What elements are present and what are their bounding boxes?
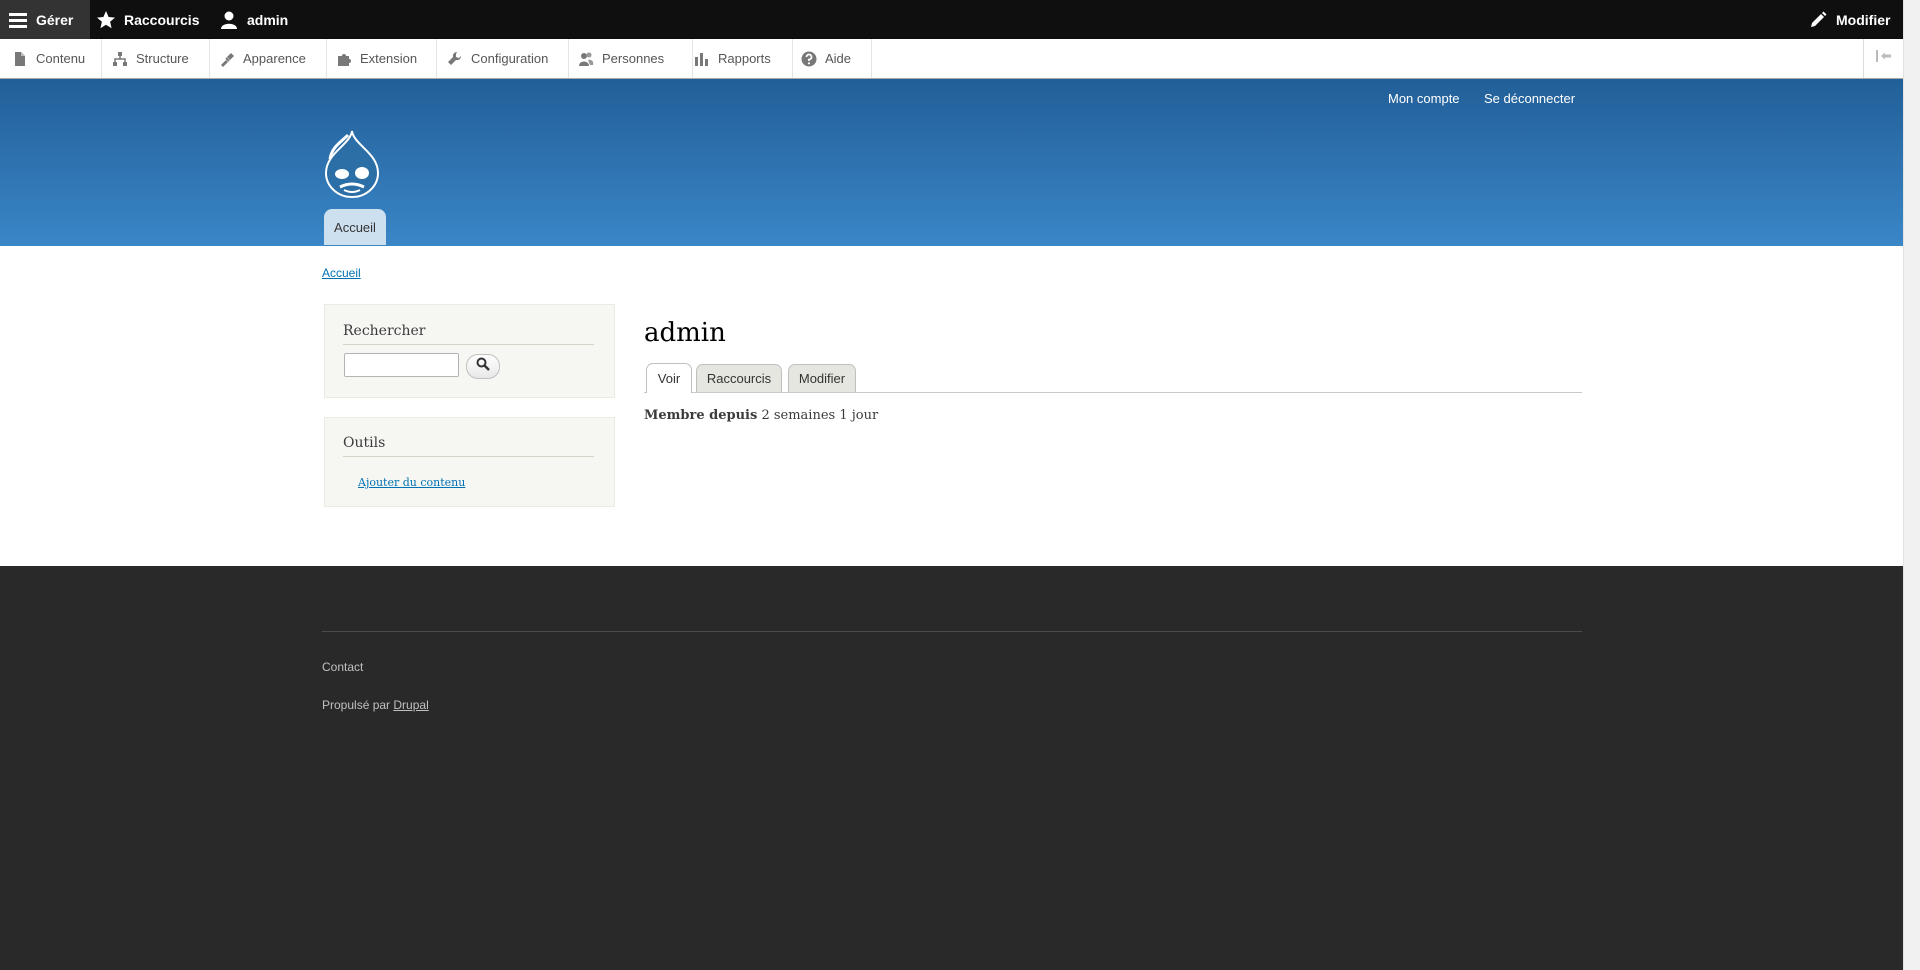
tools-block-title: Outils [343,435,386,451]
star-icon [96,10,116,30]
edit-button[interactable]: Modifier [1808,0,1890,39]
collapse-tray-icon [1875,49,1893,68]
search-input[interactable] [344,353,459,377]
user-icon [219,10,239,30]
tab-voir[interactable]: Voir [646,363,692,393]
search-block: Rechercher [324,304,615,398]
user-label: admin [247,11,289,28]
help-icon [801,51,817,67]
user-button[interactable]: admin [219,0,288,39]
powered-by-label: Propulsé par [322,698,391,712]
tray-item-contenu[interactable]: Contenu [0,39,102,78]
add-content-link[interactable]: Ajouter du contenu [358,476,465,489]
tray-label: Configuration [471,51,549,66]
tray-item-rapports[interactable]: Rapports [693,39,793,78]
footer-divider [322,631,1582,632]
shortcuts-label: Raccourcis [124,11,200,28]
file-icon [12,51,28,67]
admin-tray: Contenu Structure Apparence Extension Co… [0,39,1904,79]
contact-link[interactable]: Contact [322,660,363,674]
paint-brush-icon [219,51,235,67]
my-account-link[interactable]: Mon compte [1388,91,1460,106]
tray-label: Contenu [36,51,86,66]
divider [343,344,594,345]
site-header: Mon compte Se déconnecter Accueil [0,79,1904,246]
bar-chart-icon [694,51,710,67]
tray-item-aide[interactable]: Aide [793,39,872,78]
edit-label: Modifier [1836,11,1891,28]
member-since-label: Membre depuis [644,408,758,423]
tray-label: Rapports [718,51,771,66]
drupal-link[interactable]: Drupal [393,698,428,712]
search-block-title: Rechercher [343,323,426,339]
page: Gérer Raccourcis admin Modifier Contenu [0,0,1904,970]
tray-label: Personnes [602,51,665,66]
shortcuts-button[interactable]: Raccourcis [96,0,199,39]
tray-item-apparence[interactable]: Apparence [210,39,327,78]
pencil-icon [1808,10,1828,30]
tray-label: Apparence [243,51,306,66]
breadcrumb-home-link[interactable]: Accueil [322,266,361,280]
tab-raccourcis[interactable]: Raccourcis [696,364,782,392]
tray-label: Structure [136,51,189,66]
main-menu-home-tab[interactable]: Accueil [324,209,386,245]
manage-label: Gérer [36,11,74,28]
tray-item-extension[interactable]: Extension [327,39,437,78]
tray-item-structure[interactable]: Structure [102,39,210,78]
drupal-logo[interactable] [322,129,382,199]
tabs-divider [644,392,1582,393]
divider [343,456,594,457]
wrench-icon [447,51,463,67]
tray-label: Extension [360,51,418,66]
tools-block: Outils Ajouter du contenu [324,417,615,507]
manage-button[interactable]: Gérer [0,0,91,39]
puzzle-icon [336,51,352,67]
search-icon [476,357,490,376]
tab-modifier[interactable]: Modifier [788,364,856,392]
tray-label: Aide [825,51,852,66]
vertical-scrollbar[interactable] [1903,0,1920,970]
sitemap-icon [112,51,128,67]
people-icon [578,51,594,67]
admin-toolbar: Gérer Raccourcis admin Modifier [0,0,1904,39]
powered-by: Propulsé par Drupal [322,698,429,712]
tray-item-personnes[interactable]: Personnes [569,39,693,78]
search-button[interactable] [466,354,500,379]
page-title: admin [644,318,726,348]
logout-link[interactable]: Se déconnecter [1484,91,1575,106]
hamburger-icon [8,10,28,30]
tray-orientation-toggle[interactable] [1863,39,1904,78]
member-since-value: 2 semaines 1 jour [761,408,879,423]
site-footer: Contact Propulsé par Drupal [0,566,1904,970]
member-since: Membre depuis 2 semaines 1 jour [644,408,878,423]
tray-item-configuration[interactable]: Configuration [437,39,569,78]
